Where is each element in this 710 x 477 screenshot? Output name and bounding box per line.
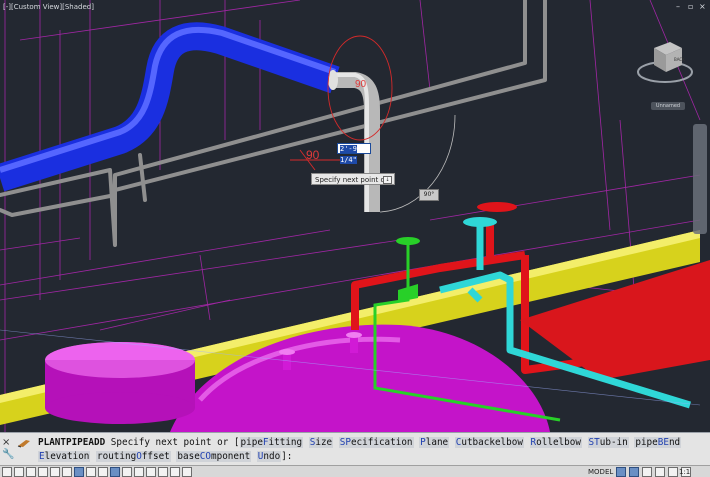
status-toggles bbox=[2, 467, 192, 477]
option-pipebend[interactable]: pipeBEnd bbox=[634, 437, 682, 448]
3d-viewport[interactable]: [-][Custom View][Shaded] – ▫ × BACK Unna… bbox=[0, 0, 710, 432]
tooltip-options-icon[interactable]: ↓ bbox=[383, 176, 392, 184]
status-tool-icon[interactable] bbox=[668, 467, 678, 477]
model-space-label[interactable]: MODEL bbox=[588, 467, 613, 477]
minimize-icon[interactable]: – bbox=[676, 3, 680, 11]
status-toggle-icon[interactable] bbox=[182, 467, 192, 477]
viewcube-face-label: BACK bbox=[674, 57, 685, 62]
command-line-controls: × 🔧 bbox=[2, 437, 14, 465]
status-toggle-icon[interactable] bbox=[14, 467, 24, 477]
option-size[interactable]: Size bbox=[308, 437, 334, 448]
active-pipe-elbow bbox=[328, 70, 380, 212]
status-toggle-icon[interactable] bbox=[50, 467, 60, 477]
status-tool-icon[interactable] bbox=[629, 467, 639, 477]
status-tool-icon[interactable] bbox=[642, 467, 652, 477]
rail-frame bbox=[0, 0, 547, 247]
option-undo[interactable]: Undo bbox=[256, 450, 282, 462]
annotation-scale[interactable]: 1:1 bbox=[679, 467, 690, 477]
autocad-plant3d-window: [-][Custom View][Shaded] – ▫ × BACK Unna… bbox=[0, 0, 710, 477]
status-toggle-icon[interactable] bbox=[146, 467, 156, 477]
wrench-icon[interactable]: 🔧 bbox=[2, 449, 14, 461]
status-toggle-icon[interactable] bbox=[86, 467, 96, 477]
viewport-label[interactable]: [-][Custom View][Shaded] bbox=[3, 3, 94, 11]
command-line[interactable]: × 🔧 PLANTPIPEADD Specify next point or [… bbox=[0, 432, 710, 466]
dimension-label-small: 90 bbox=[355, 79, 367, 90]
status-bar: MODEL 1:1 bbox=[0, 465, 710, 477]
status-toggle-icon[interactable] bbox=[74, 467, 84, 477]
option-pipefitting[interactable]: pipeFitting bbox=[239, 437, 304, 448]
close-viewport-icon[interactable]: × bbox=[699, 3, 706, 11]
green-valve-wheel bbox=[396, 237, 420, 245]
status-toggle-icon[interactable] bbox=[26, 467, 36, 477]
status-toggle-icon[interactable] bbox=[170, 467, 180, 477]
dynamic-input-field[interactable]: 2'-9 1/4" bbox=[337, 143, 371, 164]
command-prompt-text: Specify next point or [ bbox=[110, 437, 240, 448]
cyan-valve-wheel bbox=[463, 217, 497, 227]
option-routingoffset[interactable]: routingOffset bbox=[96, 450, 171, 462]
angle-arc bbox=[379, 114, 456, 213]
status-toggle-icon[interactable] bbox=[2, 467, 12, 477]
dimension-label: 90 bbox=[306, 148, 320, 162]
status-toggle-icon[interactable] bbox=[62, 467, 72, 477]
status-toggle-icon[interactable] bbox=[134, 467, 144, 477]
option-elevation[interactable]: Elevation bbox=[38, 450, 91, 462]
navigation-bar[interactable] bbox=[693, 124, 707, 234]
status-toggle-icon[interactable] bbox=[98, 467, 108, 477]
status-toggle-icon[interactable] bbox=[38, 467, 48, 477]
option-specification[interactable]: SPecification bbox=[338, 437, 414, 448]
option-rollelbow[interactable]: Rollelbow bbox=[529, 437, 582, 448]
status-tool-icon[interactable] bbox=[616, 467, 626, 477]
status-tool-icon[interactable] bbox=[655, 467, 665, 477]
angle-input[interactable]: 90° bbox=[419, 189, 439, 201]
viewcube[interactable]: BACK bbox=[636, 38, 694, 84]
option-cutbackelbow[interactable]: Cutbackelbow bbox=[454, 437, 524, 448]
option-stub-in[interactable]: STub-in bbox=[587, 437, 629, 448]
pipe-model-scene[interactable] bbox=[0, 0, 710, 432]
command-name: PLANTPIPEADD bbox=[38, 437, 106, 448]
command-tooltip: Specify next point or ↓ bbox=[311, 173, 395, 185]
status-toggle-icon[interactable] bbox=[122, 467, 132, 477]
magenta-vessel bbox=[45, 324, 550, 432]
blue-pipe bbox=[0, 22, 340, 192]
ucs-dropdown[interactable]: Unnamed bbox=[651, 102, 685, 110]
status-toggle-icon[interactable] bbox=[158, 467, 168, 477]
status-toggle-icon[interactable] bbox=[110, 467, 120, 477]
command-prompt: PLANTPIPEADD Specify next point or [pipe… bbox=[38, 436, 702, 463]
restore-icon[interactable]: ▫ bbox=[688, 3, 693, 11]
red-valve-wheel bbox=[477, 202, 517, 212]
option-plane[interactable]: Plane bbox=[419, 437, 450, 448]
command-icon bbox=[17, 440, 30, 448]
option-basecomponent[interactable]: baseCOmponent bbox=[176, 450, 252, 462]
close-icon[interactable]: × bbox=[2, 437, 14, 449]
command-suffix: ]: bbox=[281, 450, 293, 462]
